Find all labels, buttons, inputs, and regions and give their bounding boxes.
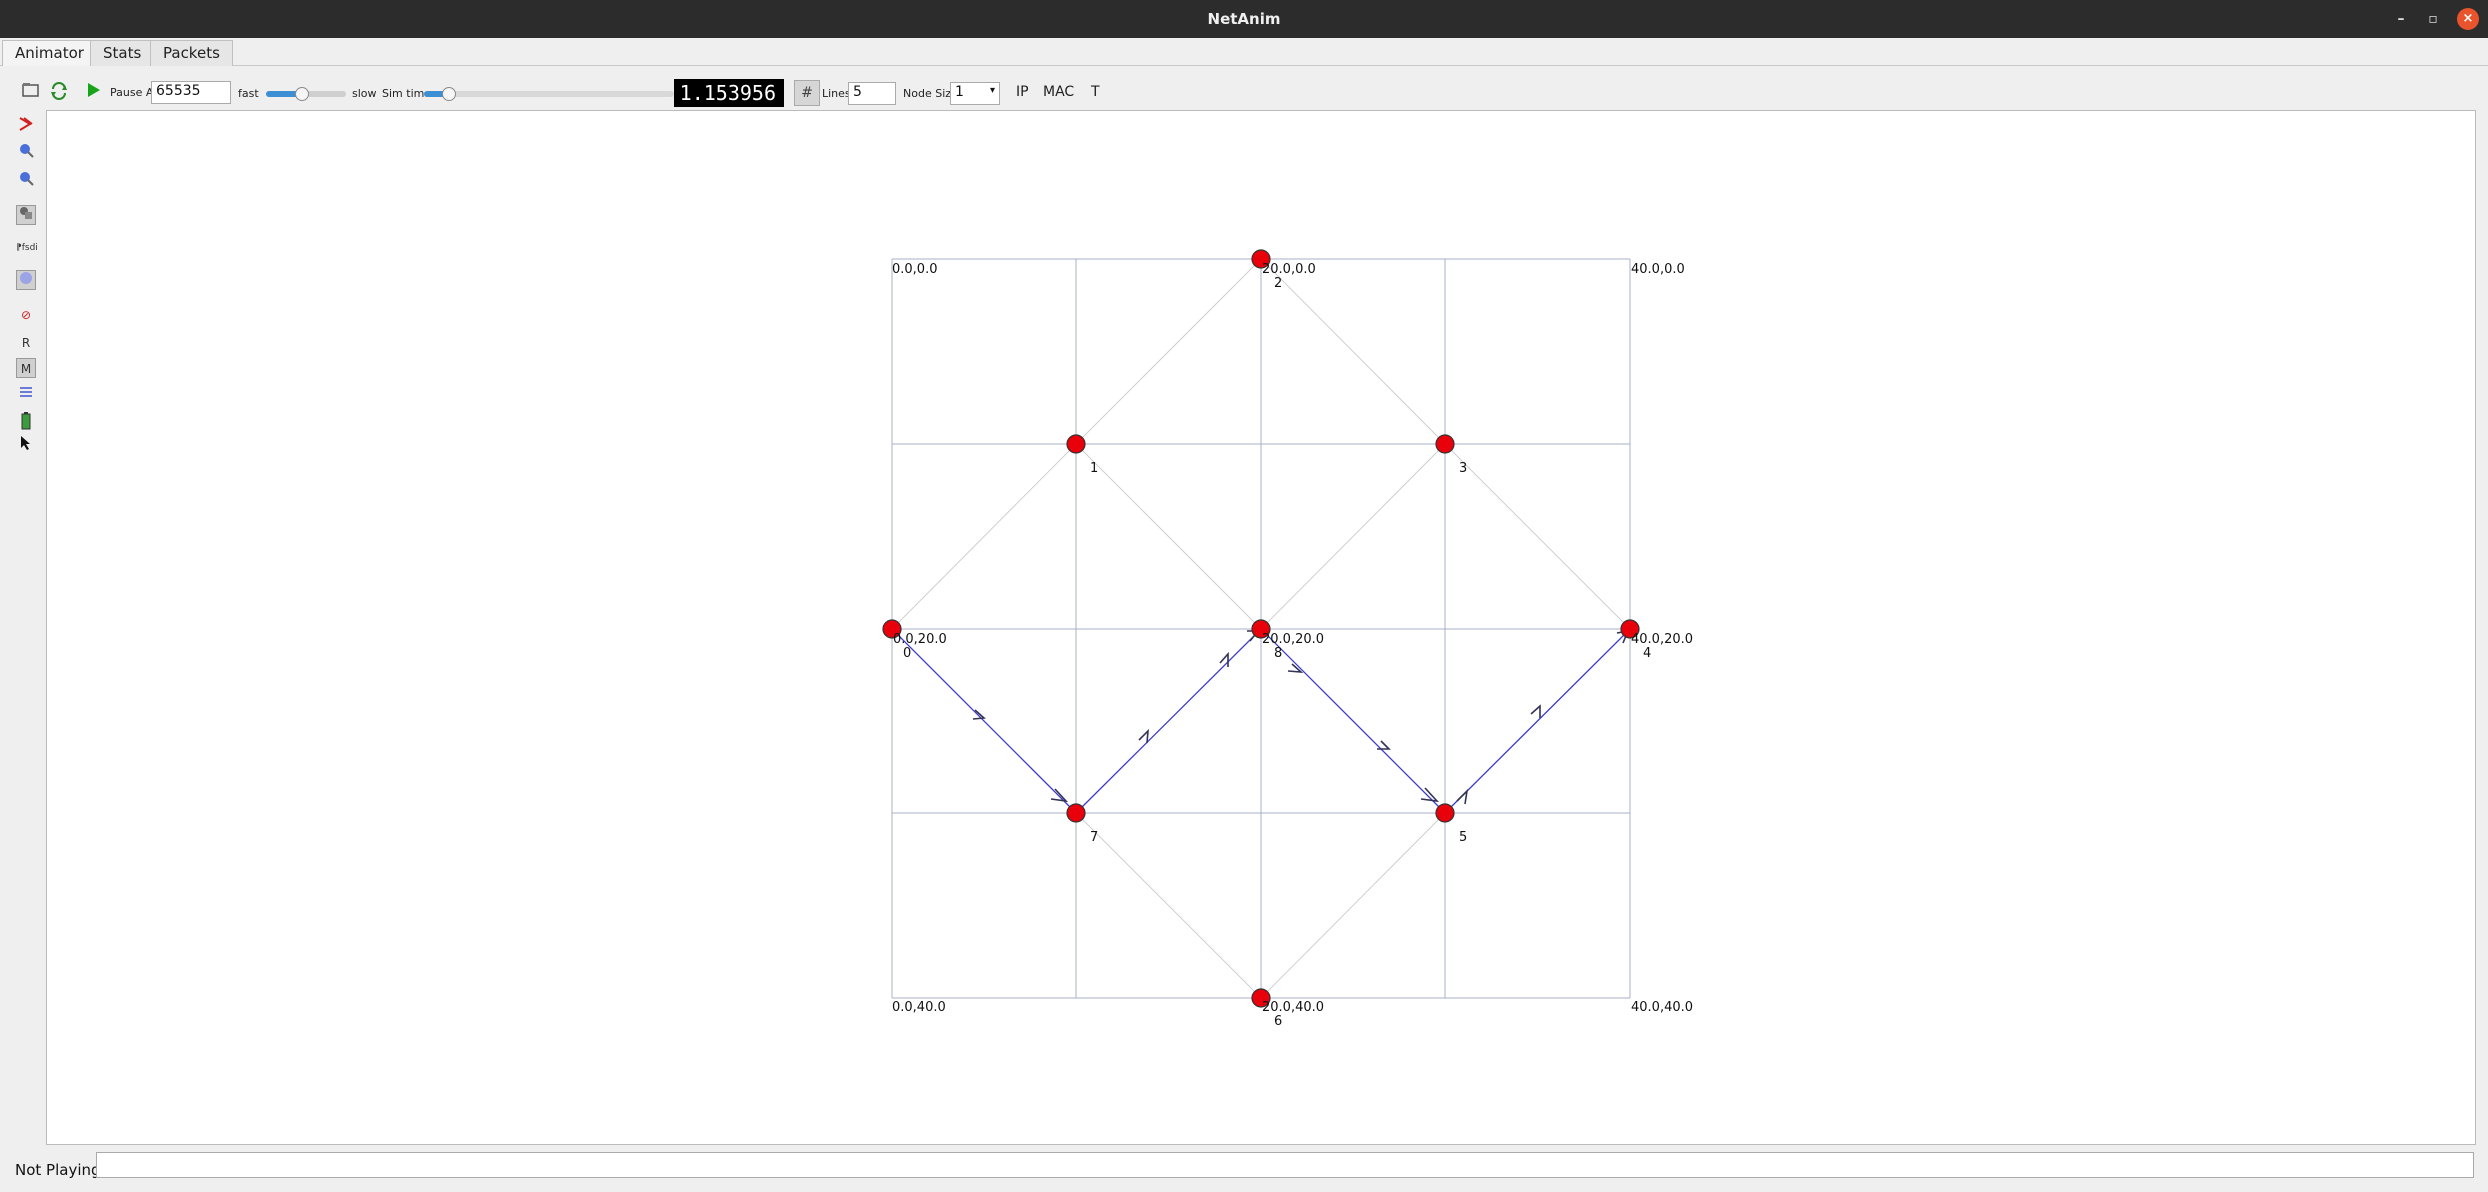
tab-animator[interactable]: Animator [2, 40, 97, 66]
speed-slider-handle[interactable] [295, 87, 309, 101]
node-id-label: 2 [1274, 276, 1282, 291]
tab-stats[interactable]: Stats [90, 40, 155, 66]
node-coord-label: 20.0,20.0 [1262, 632, 1324, 647]
node-coord-label: 0.0,20.0 [893, 632, 947, 647]
reload-icon[interactable] [50, 82, 68, 104]
title-bar: NetAnim – ▫ × [0, 0, 2488, 38]
node-id-label: 4 [1643, 646, 1651, 661]
node-3[interactable] [1435, 434, 1455, 454]
node-coord-label: 20.0,40.0 [1262, 1000, 1324, 1015]
maximize-icon[interactable]: ▫ [2422, 8, 2444, 30]
node-id-label: 7 [1090, 830, 1098, 845]
packet-arrow-icon [1138, 728, 1149, 744]
list-icon[interactable] [16, 385, 36, 405]
play-icon[interactable] [86, 82, 102, 102]
packet-path [1444, 628, 1631, 814]
packet-path [891, 628, 1077, 814]
node-id-label: 8 [1274, 646, 1282, 661]
link [1075, 258, 1262, 445]
node-id-label: 5 [1459, 830, 1467, 845]
corner-label-top-right: 40.0,0.0 [1631, 262, 1685, 277]
r-toggle[interactable]: R [16, 333, 36, 353]
node-size-select[interactable]: 1 ▾ [950, 82, 1000, 105]
corner-label-bottom-left: 0.0,40.0 [892, 1000, 946, 1015]
show-routes-icon[interactable]: ⁋fsdi [16, 238, 38, 258]
packet-arrows [972, 629, 1630, 805]
cursor-icon[interactable] [16, 435, 36, 455]
link [1260, 812, 1446, 999]
packet-path [1075, 628, 1262, 814]
animation-canvas[interactable]: 0.0,0.0 40.0,0.0 0.0,40.0 40.0,40.0 0.0,… [46, 110, 2476, 1145]
link [1260, 443, 1446, 630]
packet-arrow-icon [1530, 704, 1541, 718]
packet-arrow-icon [1456, 788, 1469, 805]
node-id-label: 3 [1459, 461, 1467, 476]
fit-view-icon[interactable] [16, 116, 36, 136]
corner-label-top-left: 0.0,0.0 [892, 262, 937, 277]
t-toggle[interactable]: T [1091, 84, 1100, 100]
link [1444, 443, 1631, 630]
packet-path [1260, 628, 1446, 814]
node-id-label: 0 [903, 646, 911, 661]
node-1[interactable] [1066, 434, 1086, 454]
node-id-label: 6 [1274, 1014, 1282, 1029]
fast-label: fast [238, 87, 259, 100]
node-size-value: 1 [955, 84, 964, 100]
sim-time-slider[interactable] [424, 91, 674, 97]
lines-label: Lines [822, 87, 851, 100]
pause-at-input[interactable]: 65535 [151, 81, 231, 104]
node-id-label: 1 [1090, 461, 1098, 476]
lines-spinbox[interactable]: 5 [848, 82, 896, 105]
ip-toggle[interactable]: IP [1016, 84, 1029, 100]
packet-arrow-icon [1420, 787, 1440, 803]
tab-packets[interactable]: Packets [150, 40, 233, 66]
disable-icon[interactable]: ⊘ [16, 305, 36, 325]
topology-view: 0.0,0.0 40.0,0.0 0.0,40.0 40.0,40.0 0.0,… [882, 249, 1693, 1029]
status-message-field [96, 1152, 2474, 1178]
node-5[interactable] [1435, 803, 1455, 823]
packet-arrow-icon [1287, 663, 1304, 673]
m-toggle[interactable]: M [16, 358, 36, 378]
chevron-down-icon: ▾ [989, 85, 995, 96]
nodes: 0.0,20.0 0 1 20.0,0.0 2 3 40.0,20.0 4 5 … [882, 249, 1693, 1029]
sim-time-display: 1.153956 [674, 79, 784, 107]
node-coord-label: 20.0,0.0 [1262, 262, 1316, 277]
mac-toggle[interactable]: MAC [1043, 84, 1074, 100]
link [1075, 812, 1262, 999]
close-icon[interactable]: × [2457, 8, 2479, 30]
battery-icon[interactable] [16, 412, 36, 432]
link [891, 443, 1077, 630]
open-file-icon[interactable] [22, 82, 40, 102]
sim-time-slider-handle[interactable] [442, 87, 456, 101]
link [1260, 258, 1446, 445]
node-7[interactable] [1066, 803, 1086, 823]
grid-toggle-icon[interactable]: # [794, 80, 820, 106]
packet-arrow-icon [1377, 740, 1391, 750]
window-title: NetAnim [1207, 10, 1281, 28]
side-toolbar: ⁋fsdi ⊘ R M [0, 110, 46, 1145]
show-nodes-icon[interactable] [16, 205, 36, 225]
tab-bar: Animator Stats Packets [0, 38, 2488, 66]
zoom-out-icon[interactable] [16, 170, 36, 190]
link [1075, 443, 1262, 630]
show-wireless-icon[interactable] [16, 270, 36, 290]
corner-label-bottom-right: 40.0,40.0 [1631, 1000, 1693, 1015]
minimize-icon[interactable]: – [2390, 8, 2412, 30]
zoom-in-icon[interactable] [16, 142, 36, 162]
status-text: Not Playing [15, 1161, 101, 1179]
slow-label: slow [352, 87, 377, 100]
node-coord-label: 40.0,20.0 [1631, 632, 1693, 647]
